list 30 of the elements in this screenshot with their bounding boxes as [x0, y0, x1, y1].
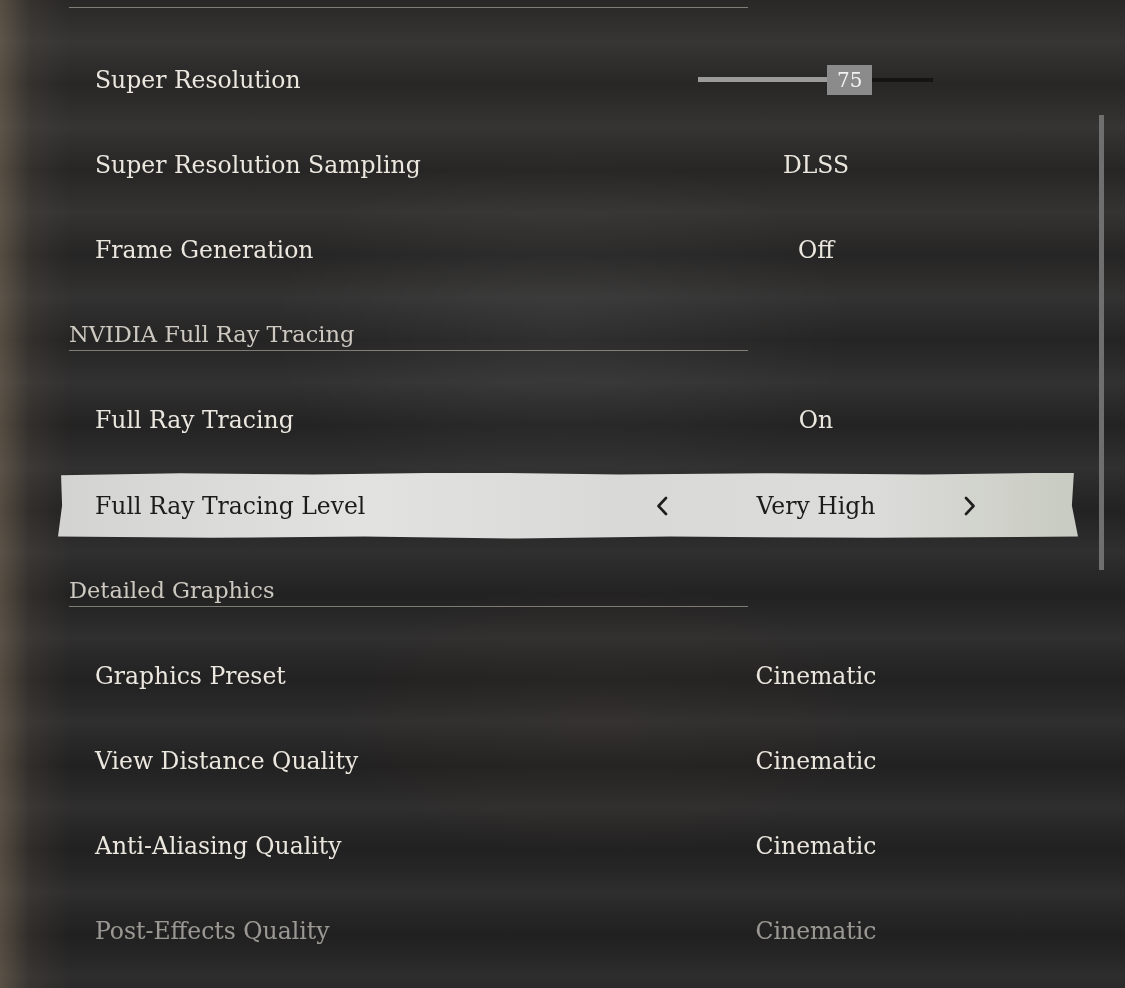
- section-title: Detailed Graphics: [69, 575, 275, 605]
- setting-value: Cinematic: [755, 746, 877, 778]
- setting-label: Graphics Preset: [95, 660, 286, 692]
- setting-row[interactable]: Super Resolution Sampling DLSS: [58, 131, 1078, 198]
- setting-row[interactable]: View Distance Quality Cinematic: [58, 728, 1078, 795]
- setting-label: Full Ray Tracing Level: [95, 490, 366, 522]
- setting-row[interactable]: Full Ray Tracing Level Very High: [58, 472, 1078, 539]
- section-title: NVIDIA Full Ray Tracing: [69, 320, 355, 350]
- setting-label: Full Ray Tracing: [95, 405, 294, 437]
- setting-value: Cinematic: [755, 660, 877, 692]
- scrollbar[interactable]: [1099, 115, 1104, 570]
- chevron-left-icon[interactable]: [656, 495, 668, 516]
- setting-value: Cinematic: [755, 831, 877, 863]
- setting-value: Off: [798, 234, 834, 266]
- setting-label: Anti-Aliasing Quality: [95, 831, 342, 863]
- setting-value: DLSS: [782, 149, 850, 181]
- setting-label: Post-Effects Quality: [95, 916, 330, 948]
- setting-label: View Distance Quality: [95, 746, 359, 778]
- setting-label: Super Resolution: [95, 64, 301, 96]
- setting-row[interactable]: Frame Generation Off: [58, 216, 1078, 283]
- setting-value: Very High: [756, 490, 876, 522]
- setting-value: Cinematic: [755, 916, 877, 948]
- setting-row[interactable]: Anti-Aliasing Quality Cinematic: [58, 813, 1078, 880]
- setting-row[interactable]: Post-Effects Quality Cinematic: [58, 898, 1078, 965]
- chevron-right-icon[interactable]: [964, 495, 976, 516]
- setting-label: Super Resolution Sampling: [95, 149, 421, 181]
- setting-row[interactable]: Graphics Preset Cinematic: [58, 642, 1078, 709]
- setting-row[interactable]: Full Ray Tracing On: [58, 387, 1078, 454]
- setting-label: Frame Generation: [95, 234, 314, 266]
- setting-value: On: [798, 405, 834, 437]
